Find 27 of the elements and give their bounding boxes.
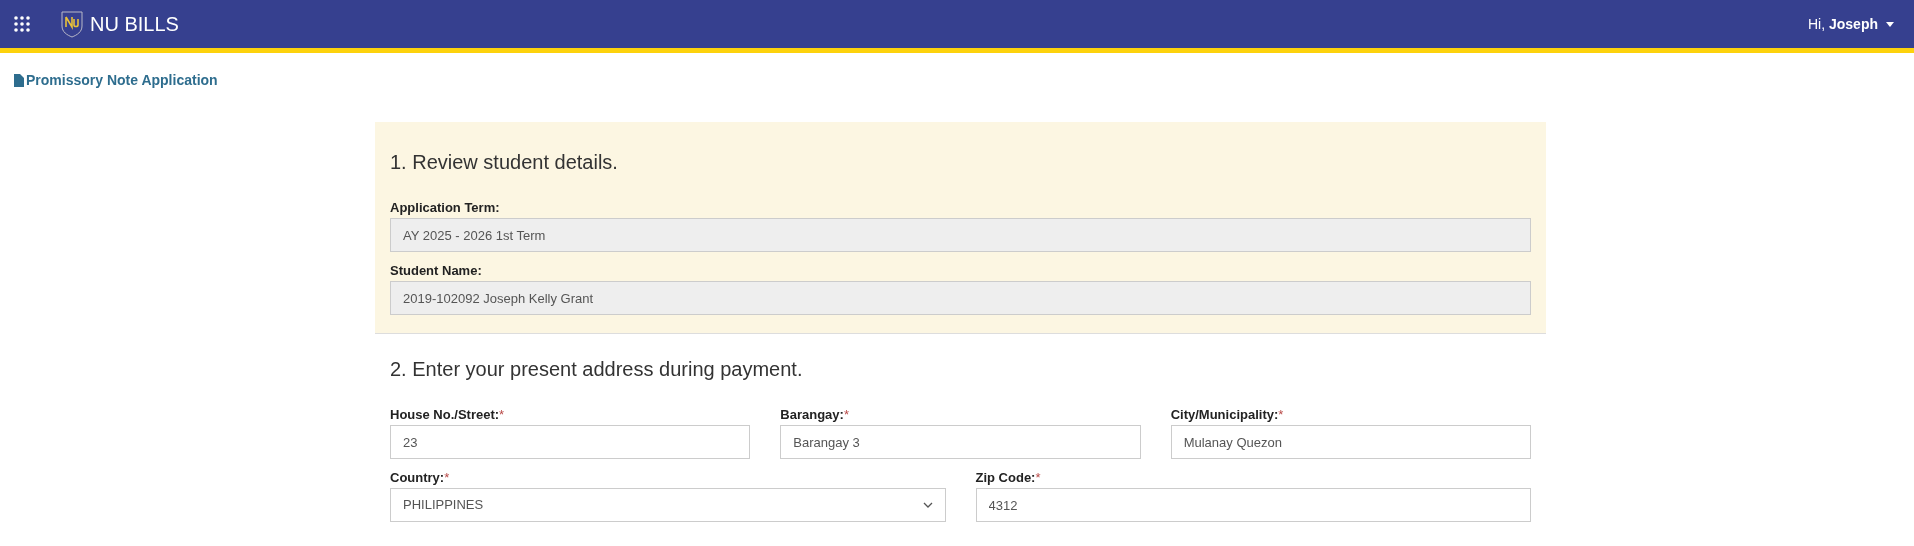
input-field[interactable]: 4312 — [975, 488, 1531, 522]
required-mark: * — [1035, 469, 1041, 486]
required-mark: * — [843, 406, 849, 423]
field-label: Barangay: — [780, 406, 844, 423]
required-mark: * — [1278, 406, 1284, 423]
field-label: Zip Code: — [975, 469, 1036, 486]
input-field[interactable]: Mulanay Quezon — [1170, 425, 1531, 459]
required-mark: * — [444, 469, 450, 486]
app-name: NU BILLS — [90, 12, 179, 37]
field-label: Student Name: — [390, 262, 483, 279]
field-label: City/Municipality: — [1170, 406, 1279, 423]
section-heading: 2. Enter your present address during payment. — [390, 357, 804, 382]
caret-icon — [1886, 21, 1894, 27]
field-label: Application Term: — [390, 199, 501, 216]
logo-icon — [60, 10, 84, 38]
input-field[interactable]: 23 — [390, 425, 751, 459]
user-menu[interactable]: Hi, Joseph — [1807, 13, 1894, 35]
section-heading: 1. Review student details. — [390, 150, 619, 175]
app-grid-icon[interactable] — [14, 16, 30, 32]
page-title: Promissory Note Application — [26, 71, 218, 90]
required-mark: * — [499, 406, 505, 423]
document-icon — [14, 74, 24, 87]
chevron-down-icon — [922, 502, 933, 508]
country-select[interactable]: PHILIPPINES — [390, 488, 946, 522]
input-field[interactable]: Barangay 3 — [780, 425, 1141, 459]
field-label: House No./Street: — [390, 406, 500, 423]
field-label: Country: — [390, 469, 445, 486]
